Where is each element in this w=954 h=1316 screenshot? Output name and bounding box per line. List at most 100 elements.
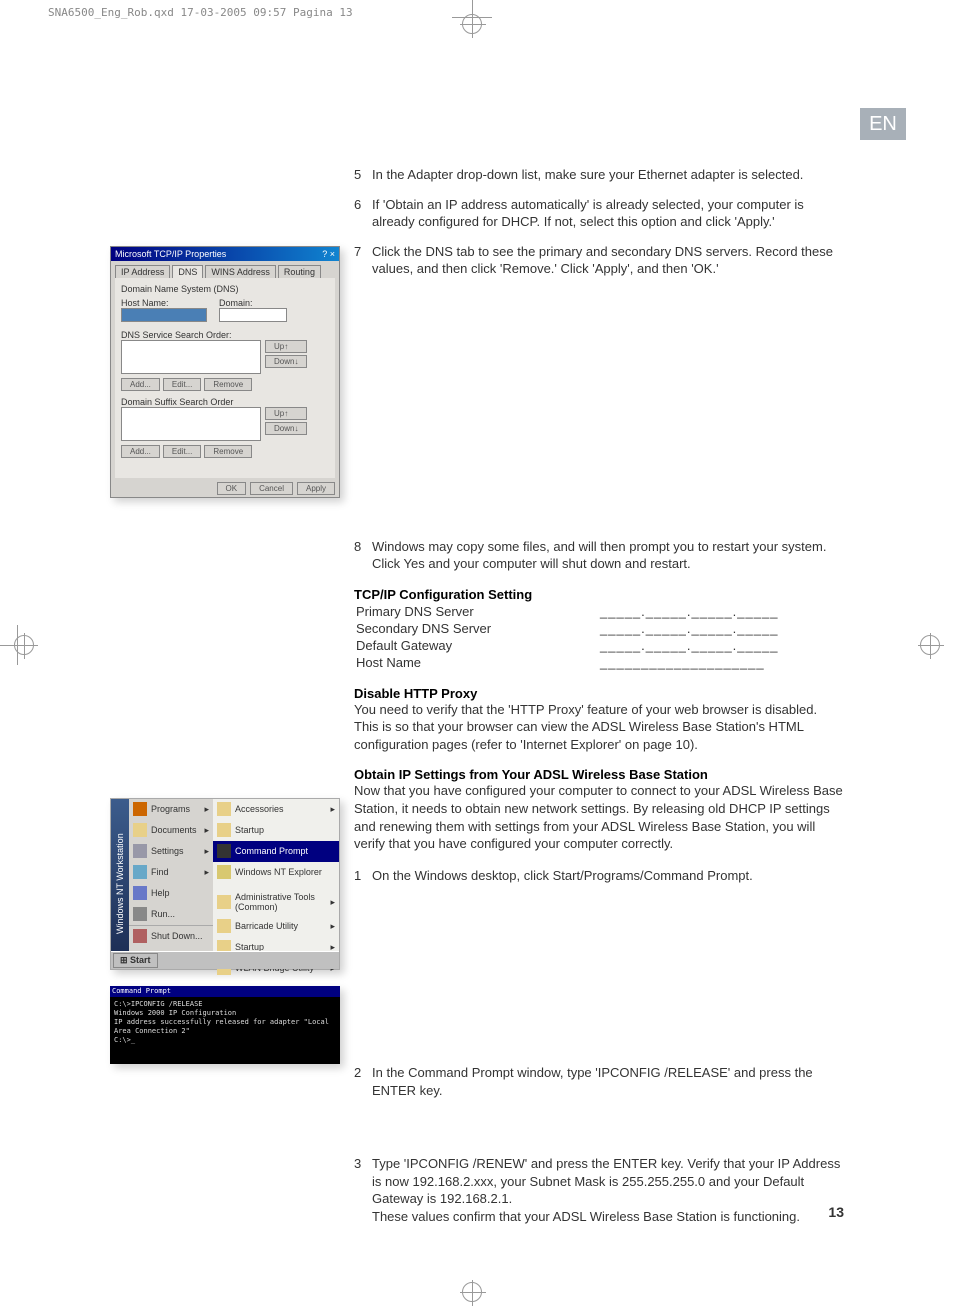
- cmd-line: C:\>_: [114, 1036, 336, 1045]
- domain-input: [219, 308, 287, 322]
- help-icon: [133, 886, 147, 900]
- dns-group-label: Domain Name System (DNS): [121, 284, 329, 294]
- sm-admin-tools: Administrative Tools (Common)▸: [213, 889, 339, 916]
- programs-icon: [133, 802, 147, 816]
- folder-icon: [217, 823, 231, 837]
- step-number: 3: [354, 1155, 372, 1173]
- step-number: 8: [354, 538, 372, 556]
- cmd-line: Windows 2000 IP Configuration: [114, 1009, 336, 1018]
- window-controls-icon: ? ×: [322, 249, 335, 259]
- chevron-right-icon: ▸: [204, 804, 209, 815]
- dialog-titlebar: Microsoft TCP/IP Properties ? ×: [111, 247, 339, 261]
- tab-dns: DNS: [172, 265, 203, 278]
- sm-help: Help: [129, 883, 213, 904]
- tab-wins: WINS Address: [205, 265, 276, 278]
- step-text: If 'Obtain an IP address automatically' …: [372, 196, 844, 231]
- sm-find: Find▸: [129, 862, 213, 883]
- cmd-line: C:\>IPCONFIG /RELEASE: [114, 1000, 336, 1009]
- sm-run: Run...: [129, 904, 213, 925]
- run-icon: [133, 907, 147, 921]
- sm-command-prompt: Command Prompt: [213, 841, 339, 862]
- dialog-title: Microsoft TCP/IP Properties: [115, 249, 226, 259]
- registration-mark-icon: [462, 1282, 482, 1302]
- taskbar: ⊞ Start: [111, 951, 339, 969]
- tcpip-config-title: TCP/IP Configuration Setting: [354, 587, 844, 602]
- domain-label: Domain:: [219, 298, 287, 308]
- sm-barricade: Barricade Utility▸: [213, 916, 339, 937]
- tab-routing: Routing: [278, 265, 321, 278]
- apply-button: Apply: [297, 482, 335, 495]
- registration-mark-icon: [14, 635, 34, 655]
- step-number: 5: [354, 166, 372, 184]
- sm-nt-explorer: Windows NT Explorer: [213, 862, 339, 883]
- startmenu-figure: Windows NT Workstation Programs▸ Documen…: [110, 798, 340, 970]
- settings-icon: [133, 844, 147, 858]
- up-button: Up↑: [265, 340, 307, 353]
- folder-icon: [217, 895, 231, 909]
- page-number: 13: [828, 1204, 844, 1220]
- start-button: ⊞ Start: [113, 953, 158, 968]
- search-order-label: DNS Service Search Order:: [121, 330, 329, 340]
- blank-line: _____._____._____._____: [600, 604, 842, 619]
- step-text: Type 'IPCONFIG /RENEW' and press the ENT…: [372, 1155, 844, 1225]
- obtain-title: Obtain IP Settings from Your ADSL Wirele…: [354, 767, 844, 782]
- cmd-titlebar: Command Prompt: [110, 986, 340, 997]
- sm-shutdown: Shut Down...: [129, 925, 213, 947]
- step-number: 6: [354, 196, 372, 214]
- step-text: In the Command Prompt window, type 'IPCO…: [372, 1064, 844, 1099]
- sm-documents: Documents▸: [129, 820, 213, 841]
- edit-button: Edit...: [163, 445, 201, 458]
- add-button: Add...: [121, 378, 160, 391]
- cancel-button: Cancel: [250, 482, 293, 495]
- sm-startup: Startup: [213, 820, 339, 841]
- step-text: Click the DNS tab to see the primary and…: [372, 243, 844, 278]
- table-label: Default Gateway: [356, 638, 598, 653]
- tcpip-dialog-figure: Microsoft TCP/IP Properties ? × IP Addre…: [110, 246, 340, 498]
- suffix-label: Domain Suffix Search Order: [121, 397, 329, 407]
- down-button: Down↓: [265, 422, 307, 435]
- table-label: Primary DNS Server: [356, 604, 598, 619]
- obtain-body: Now that you have configured your comput…: [354, 782, 844, 852]
- tab-ip: IP Address: [115, 265, 170, 278]
- cmd-icon: [217, 844, 231, 858]
- table-label: Secondary DNS Server: [356, 621, 598, 636]
- step-number: 1: [354, 867, 372, 885]
- sm-programs: Programs▸: [129, 799, 213, 820]
- step-text: In the Adapter drop-down list, make sure…: [372, 166, 844, 184]
- folder-icon: [217, 802, 231, 816]
- proxy-body: You need to verify that the 'HTTP Proxy'…: [354, 701, 844, 754]
- registration-mark-icon: [462, 14, 482, 34]
- blank-line: ____________________: [600, 655, 842, 670]
- explorer-icon: [217, 865, 231, 879]
- step-text: On the Windows desktop, click Start/Prog…: [372, 867, 844, 885]
- remove-button: Remove: [204, 378, 252, 391]
- remove-button: Remove: [204, 445, 252, 458]
- tcpip-config-table: Primary DNS Server_____._____._____.____…: [354, 602, 844, 672]
- language-badge: EN: [860, 108, 906, 140]
- blank-line: _____._____._____._____: [600, 638, 842, 653]
- host-input: [121, 308, 207, 322]
- table-label: Host Name: [356, 655, 598, 670]
- registration-mark-icon: [920, 635, 940, 655]
- edit-button: Edit...: [163, 378, 201, 391]
- documents-icon: [133, 823, 147, 837]
- folder-icon: [217, 919, 231, 933]
- cmd-prompt-figure: Command Prompt C:\>IPCONFIG /RELEASE Win…: [110, 986, 340, 1064]
- step-number: 7: [354, 243, 372, 261]
- shutdown-icon: [133, 929, 147, 943]
- down-button: Down↓: [265, 355, 307, 368]
- find-icon: [133, 865, 147, 879]
- add-button: Add...: [121, 445, 160, 458]
- windows-icon: ⊞: [120, 955, 130, 965]
- print-header: SNA6500_Eng_Rob.qxd 17-03-2005 09:57 Pag…: [48, 6, 353, 19]
- up-button: Up↑: [265, 407, 307, 420]
- sm-accessories: Accessories▸: [213, 799, 339, 820]
- dns-listbox: [121, 340, 261, 374]
- step-number: 2: [354, 1064, 372, 1082]
- blank-line: _____._____._____._____: [600, 621, 842, 636]
- sm-settings: Settings▸: [129, 841, 213, 862]
- suffix-listbox: [121, 407, 261, 441]
- startmenu-brand-bar: Windows NT Workstation: [111, 799, 129, 969]
- ok-button: OK: [217, 482, 247, 495]
- proxy-title: Disable HTTP Proxy: [354, 686, 844, 701]
